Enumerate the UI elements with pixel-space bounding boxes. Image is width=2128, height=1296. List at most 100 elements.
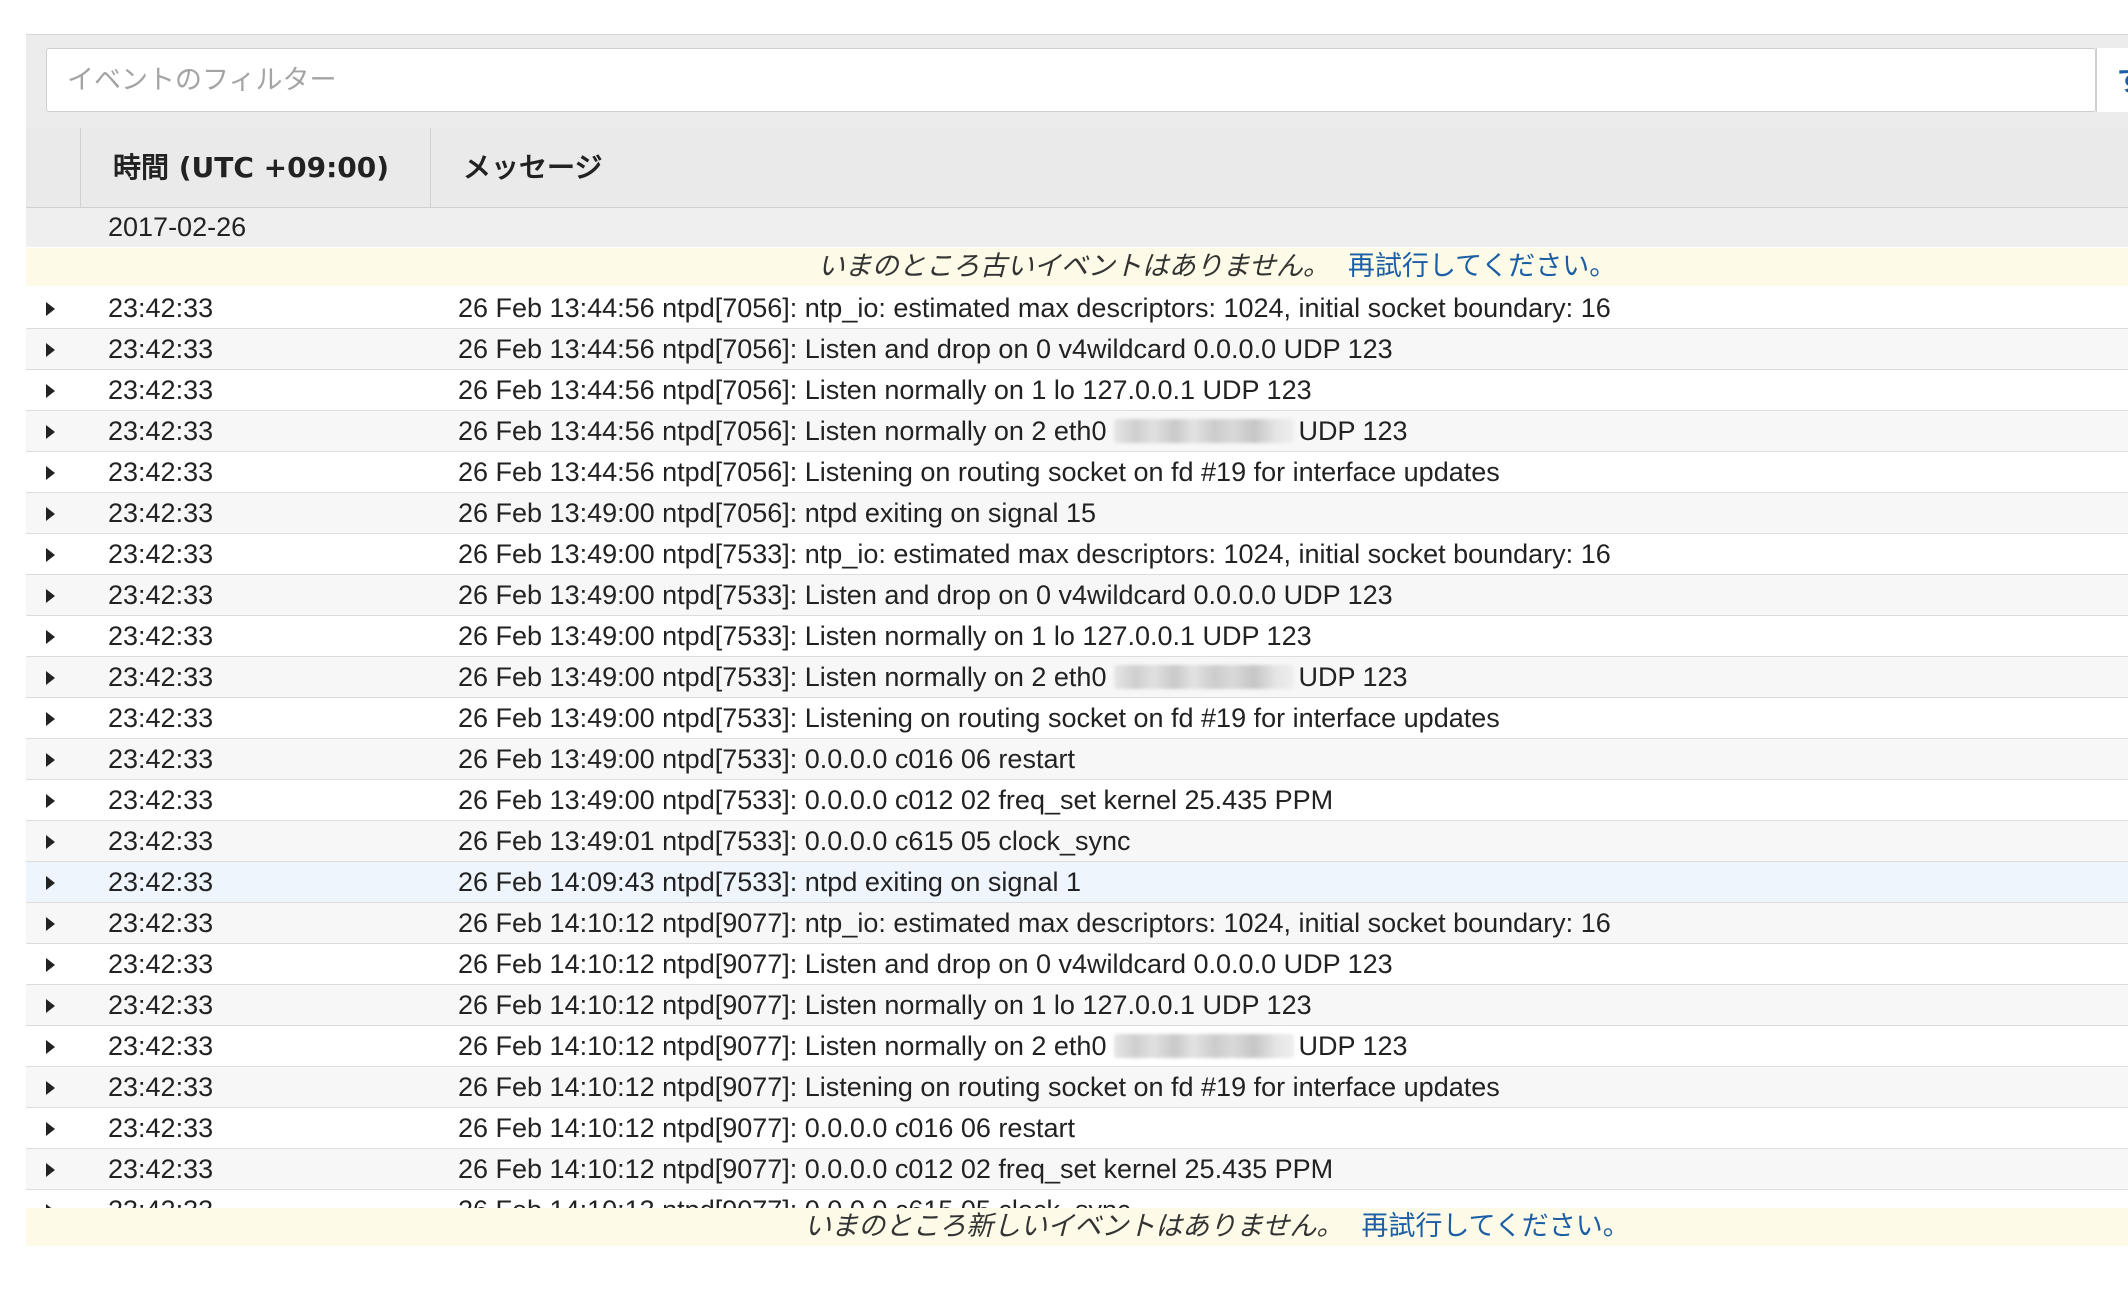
column-divider — [80, 128, 81, 207]
log-event-row[interactable]: 23:42:33 26 Feb 14:10:12 ntpd[9077]: List… — [26, 985, 2128, 1026]
expand-caret-icon[interactable] — [46, 630, 55, 644]
filter-bar: すべ — [26, 35, 2128, 129]
event-message-text: 26 Feb 13:49:00 ntpd[7533]: Listen and d… — [458, 580, 1393, 610]
newer-events-notice: いまのところ新しいイベントはありません。 再試行してください。 — [26, 1208, 2128, 1246]
expand-caret-icon[interactable] — [46, 507, 55, 521]
log-event-row[interactable]: 23:42:33 26 Feb 14:10:12 ntpd[9077]: ntp_… — [26, 903, 2128, 944]
event-filter-input[interactable] — [46, 48, 2096, 112]
event-message: 26 Feb 14:10:12 ntpd[9077]: ntp_io: esti… — [458, 903, 1611, 943]
event-message: 26 Feb 13:49:00 ntpd[7533]: 0.0.0.0 c016… — [458, 739, 1075, 779]
log-event-row[interactable]: 23:42:33 26 Feb 13:49:00 ntpd[7056]: ntpd… — [26, 493, 2128, 534]
log-event-row[interactable]: 23:42:33 26 Feb 13:49:00 ntpd[7533]: ntp_… — [26, 534, 2128, 575]
retry-older-link[interactable]: 再試行してください。 — [1348, 251, 1616, 282]
older-events-message: いまのところ古いイベントはありません。 — [817, 251, 1330, 282]
log-event-row[interactable]: 23:42:33 26 Feb 13:44:56 ntpd[7056]: List… — [26, 411, 2128, 452]
expand-caret-icon[interactable] — [46, 302, 55, 316]
log-event-row[interactable]: 23:42:33 26 Feb 13:49:00 ntpd[7533]: List… — [26, 698, 2128, 739]
newer-events-message: いまのところ新しいイベントはありません。 — [804, 1211, 1344, 1242]
expand-caret-icon[interactable] — [46, 712, 55, 726]
log-event-row[interactable]: 23:42:33 26 Feb 13:44:56 ntpd[7056]: List… — [26, 329, 2128, 370]
event-message: 26 Feb 14:10:12 ntpd[9077]: Listen norma… — [458, 985, 1312, 1025]
expand-caret-icon[interactable] — [46, 548, 55, 562]
message-column-header[interactable]: メッセージ — [463, 128, 602, 207]
event-message: 26 Feb 13:49:00 ntpd[7056]: ntpd exiting… — [458, 493, 1096, 533]
event-message: 26 Feb 13:49:00 ntpd[7533]: Listen norma… — [458, 657, 1408, 697]
event-message-suffix: UDP 123 — [1298, 1031, 1408, 1061]
event-message-text: 26 Feb 13:49:00 ntpd[7533]: 0.0.0.0 c012… — [458, 785, 1334, 815]
event-time: 23:42:33 — [108, 785, 214, 815]
expand-caret-icon[interactable] — [46, 1081, 55, 1095]
event-time: 23:42:33 — [108, 334, 214, 364]
log-event-row[interactable]: 23:42:33 26 Feb 13:44:56 ntpd[7056]: ntp_… — [26, 288, 2128, 329]
expand-caret-icon[interactable] — [46, 1040, 55, 1054]
expand-caret-icon[interactable] — [46, 958, 55, 972]
event-time: 23:42:33 — [108, 621, 214, 651]
log-event-row[interactable]: 23:42:33 26 Feb 13:49:00 ntpd[7533]: List… — [26, 575, 2128, 616]
event-time: 23:42:33 — [108, 580, 214, 610]
retry-newer-link[interactable]: 再試行してください。 — [1361, 1211, 1629, 1242]
event-time: 23:42:33 — [108, 1154, 214, 1184]
expand-caret-icon[interactable] — [46, 753, 55, 767]
expand-caret-icon[interactable] — [46, 466, 55, 480]
event-message-text: 26 Feb 14:10:12 ntpd[9077]: 0.0.0.0 c012… — [458, 1154, 1334, 1184]
log-event-row[interactable]: 23:42:33 26 Feb 14:10:12 ntpd[9077]: List… — [26, 1067, 2128, 1108]
event-message-text: 26 Feb 13:44:56 ntpd[7056]: ntp_io: esti… — [458, 293, 1611, 323]
date-group-label: 2017-02-26 — [108, 212, 247, 242]
column-divider — [430, 128, 431, 207]
event-message-text: 26 Feb 13:44:56 ntpd[7056]: Listen norma… — [458, 375, 1312, 405]
expand-caret-icon[interactable] — [46, 589, 55, 603]
expand-caret-icon[interactable] — [46, 876, 55, 890]
event-message: 26 Feb 13:49:00 ntpd[7533]: ntp_io: esti… — [458, 534, 1611, 574]
event-message: 26 Feb 13:49:00 ntpd[7533]: Listen norma… — [458, 616, 1312, 656]
log-event-row[interactable]: 23:42:33 26 Feb 14:10:12 ntpd[9077]: 0.0.… — [26, 1149, 2128, 1190]
log-table-header: 時間 (UTC +09:00) メッセージ — [26, 128, 2128, 208]
expand-caret-icon[interactable] — [46, 343, 55, 357]
expand-caret-icon[interactable] — [46, 1163, 55, 1177]
log-event-row[interactable]: 23:42:33 26 Feb 13:49:00 ntpd[7533]: List… — [26, 616, 2128, 657]
log-event-row[interactable]: 23:42:33 26 Feb 13:49:00 ntpd[7533]: 0.0.… — [26, 780, 2128, 821]
event-time: 23:42:33 — [108, 457, 214, 487]
log-event-row[interactable]: 23:42:33 26 Feb 13:44:56 ntpd[7056]: List… — [26, 370, 2128, 411]
event-message: 26 Feb 13:49:00 ntpd[7533]: 0.0.0.0 c012… — [458, 780, 1333, 820]
event-message-text: 26 Feb 13:44:56 ntpd[7056]: Listen and d… — [458, 334, 1393, 364]
event-message: 26 Feb 13:49:00 ntpd[7533]: Listening on… — [458, 698, 1500, 738]
older-events-notice: いまのところ古いイベントはありません。 再試行してください。 — [26, 248, 2128, 286]
expand-caret-icon[interactable] — [46, 425, 55, 439]
expand-caret-icon[interactable] — [46, 794, 55, 808]
event-message-text: 26 Feb 13:49:00 ntpd[7533]: Listen norma… — [458, 662, 1107, 692]
time-column-header[interactable]: 時間 (UTC +09:00) — [113, 128, 389, 207]
expand-caret-icon[interactable] — [46, 671, 55, 685]
expand-caret-icon[interactable] — [46, 999, 55, 1013]
event-time: 23:42:33 — [108, 908, 214, 938]
expand-caret-icon[interactable] — [46, 835, 55, 849]
redacted-ip-address — [1114, 665, 1295, 689]
event-time: 23:42:33 — [108, 867, 214, 897]
log-event-row[interactable]: 23:42:33 26 Feb 14:10:12 ntpd[9077]: List… — [26, 944, 2128, 985]
log-event-row[interactable]: 23:42:33 26 Feb 13:44:56 ntpd[7056]: List… — [26, 452, 2128, 493]
log-event-list: 23:42:33 26 Feb 13:44:56 ntpd[7056]: ntp_… — [26, 288, 2128, 1231]
log-event-row[interactable]: 23:42:33 26 Feb 13:49:01 ntpd[7533]: 0.0.… — [26, 821, 2128, 862]
log-event-row[interactable]: 23:42:33 26 Feb 14:10:12 ntpd[9077]: 0.0.… — [26, 1108, 2128, 1149]
expand-caret-icon[interactable] — [46, 917, 55, 931]
event-message: 26 Feb 14:10:12 ntpd[9077]: Listen and d… — [458, 944, 1393, 984]
event-message: 26 Feb 13:49:01 ntpd[7533]: 0.0.0.0 c615… — [458, 821, 1130, 861]
event-time: 23:42:33 — [108, 416, 214, 446]
event-message: 26 Feb 14:09:43 ntpd[7533]: ntpd exiting… — [458, 862, 1081, 902]
expand-caret-icon[interactable] — [46, 1122, 55, 1136]
log-event-row[interactable]: 23:42:33 26 Feb 13:49:00 ntpd[7533]: List… — [26, 657, 2128, 698]
event-message-text: 26 Feb 14:10:12 ntpd[9077]: Listen norma… — [458, 1031, 1107, 1061]
event-time: 23:42:33 — [108, 498, 214, 528]
event-message-text: 26 Feb 13:49:00 ntpd[7533]: 0.0.0.0 c016… — [458, 744, 1075, 774]
date-group-row: 2017-02-26 — [26, 208, 2128, 247]
event-time: 23:42:33 — [108, 375, 214, 405]
log-event-row[interactable]: 23:42:33 26 Feb 14:09:43 ntpd[7533]: ntpd… — [26, 862, 2128, 903]
event-message-suffix: UDP 123 — [1298, 416, 1408, 446]
event-message-suffix: UDP 123 — [1298, 662, 1408, 692]
log-event-row[interactable]: 23:42:33 26 Feb 13:49:00 ntpd[7533]: 0.0.… — [26, 739, 2128, 780]
event-time: 23:42:33 — [108, 539, 214, 569]
log-event-row[interactable]: 23:42:33 26 Feb 14:10:12 ntpd[9077]: List… — [26, 1026, 2128, 1067]
filter-scope-link[interactable]: すべ — [2096, 48, 2128, 112]
event-time: 23:42:33 — [108, 949, 214, 979]
event-time: 23:42:33 — [108, 662, 214, 692]
expand-caret-icon[interactable] — [46, 384, 55, 398]
